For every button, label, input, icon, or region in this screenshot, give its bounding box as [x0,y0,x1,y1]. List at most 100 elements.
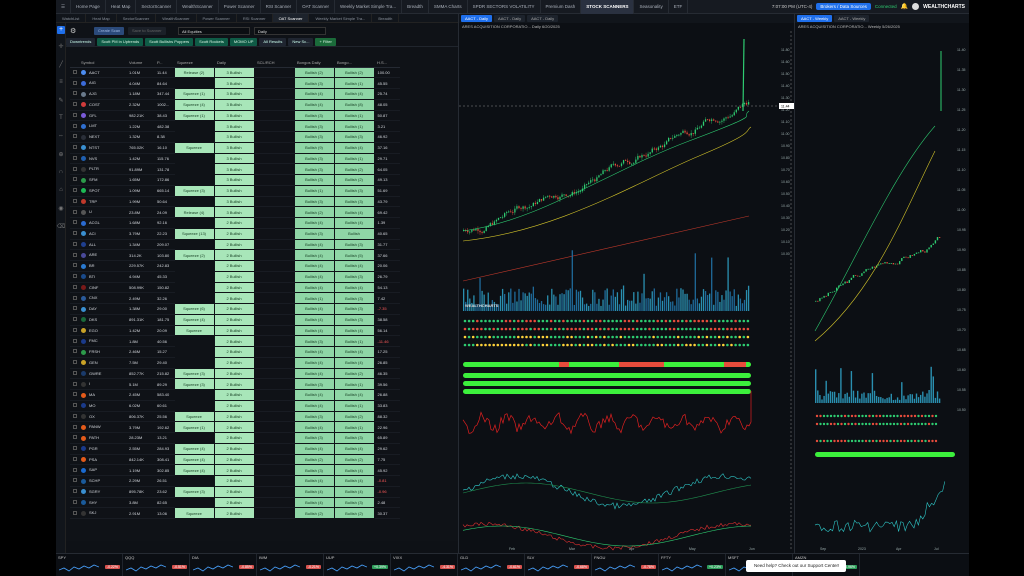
row-checkbox[interactable] [70,120,78,132]
symbol-cell[interactable]: ACGL [78,217,126,229]
row-checkbox[interactable] [70,260,78,272]
scan-chip[interactable]: Scott PM in Uptrends [97,38,144,46]
trendline-icon[interactable]: ╱ [56,55,66,73]
col-header[interactable]: Symbol [78,58,126,68]
row-checkbox[interactable] [70,368,78,380]
text-icon[interactable]: T [56,109,66,127]
nav-item[interactable]: ETF [669,0,689,14]
symbol-cell[interactable]: AIG [78,77,126,89]
col-header[interactable]: SCL/RCH [254,58,294,68]
symbol-cell[interactable]: MA [78,389,126,401]
window-tab[interactable]: Weekly Market Simple Tra... [309,14,373,22]
table-row[interactable]: MO 6.02M 60.61 2 Bullish Bullish (4) Bullish … [70,399,400,412]
row-checkbox[interactable] [70,99,78,111]
table-row[interactable]: PATH 28.23M 13.21 2 Bullish Bullish (3) Bulli… [70,432,400,444]
symbol-cell[interactable]: GEN [78,357,126,369]
symbol-cell[interactable]: PLTR [78,163,126,175]
table-row[interactable]: ACI 3.79M 22.23 Squeeze (13) 2 Bullish Bullis… [70,227,400,240]
row-checkbox[interactable] [70,196,78,208]
table-row[interactable]: FMC 1.8M 40.56 2 Bullish Bullish (3) Bullish … [70,335,400,347]
col-header[interactable]: Bongo... [334,58,374,68]
table-row[interactable]: SCHP 2.29M 26.51 2 Bullish Bullish (4) Bullis… [70,475,400,487]
nav-item[interactable]: Power Scanner [219,0,261,14]
symbol-cell[interactable]: NTST [78,142,126,154]
symbol-cell[interactable]: ARE [78,249,126,261]
row-checkbox[interactable] [70,77,78,89]
row-checkbox[interactable] [70,454,78,466]
symbol-cell[interactable]: PANW [78,421,126,433]
row-checkbox[interactable] [70,486,78,498]
symbol-cell[interactable]: SFM [78,174,126,186]
table-row[interactable]: GWRE 852.77K 215.82 Squeeze (3) 2 Bullish Bul… [70,367,400,380]
universe-select[interactable]: All Equities [178,27,250,35]
trash-icon[interactable]: ⌫ [56,217,66,235]
row-checkbox[interactable] [70,163,78,175]
row-checkbox[interactable] [70,67,78,79]
ticker-item[interactable]: IWM -0.21% [257,554,324,576]
magnet-icon[interactable]: ∩ [56,163,66,181]
table-row[interactable]: SKJ 2.91M 13.06 Squeeze 2 Bullish Bullish (2)… [70,507,400,519]
table-row[interactable]: PLTR 91.89M 131.78 3 Bullish Bullish (3) Bull… [70,163,400,175]
symbol-cell[interactable]: EGO [78,325,126,337]
table-row[interactable]: NTST 765.02K 16.10 Squeeze 3 Bullish Bullish … [70,141,400,154]
row-checkbox[interactable] [70,314,78,326]
row-checkbox[interactable] [70,206,78,218]
symbol-cell[interactable]: FMC [78,335,126,347]
symbol-cell[interactable]: DAY [78,303,126,315]
timeframe-select[interactable]: Daily [254,27,326,35]
ticker-item[interactable]: UUP +0.39% [324,554,391,576]
row-checkbox[interactable] [70,292,78,304]
row-checkbox[interactable] [70,303,78,315]
select-all[interactable] [70,58,78,68]
gear-icon[interactable]: ⚙ [70,27,76,35]
scan-chip[interactable]: MOMO UP [229,38,258,46]
col-header[interactable]: H.S... [374,58,400,68]
table-row[interactable]: NVS 1.42M 115.76 3 Bullish Bullish (3) Bullis… [70,152,400,165]
symbol-cell[interactable]: SAP [78,464,126,476]
table-row[interactable]: AJG 1.18M 347.44 Squeeze (1) 3 Bullish Bullis… [70,88,400,100]
row-checkbox[interactable] [70,335,78,347]
symbol-cell[interactable]: GFL [78,110,126,122]
row-checkbox[interactable] [70,174,78,186]
symbol-cell[interactable]: CINF [78,282,126,294]
symbol-cell[interactable]: I [78,378,126,390]
symbol-cell[interactable]: CNX [78,292,126,304]
col-header[interactable]: Volume [126,58,154,68]
col-header[interactable]: Bongos Daily [294,58,334,68]
table-row[interactable]: PANW 3.79M 192.62 Squeeze (1) 2 Bullish Bulli… [70,421,400,433]
nav-item[interactable]: Heat Map [106,0,137,14]
table-row[interactable]: MA 2.45M 583.40 2 Bullish Bullish (4) Bullish… [70,389,400,401]
ticker-item[interactable]: DIA -0.85% [190,554,257,576]
scan-chip[interactable]: All Results [259,38,287,46]
row-checkbox[interactable] [70,497,78,509]
symbol-cell[interactable]: FRSH [78,346,126,358]
scan-chip[interactable]: Scott Rockets [195,38,228,46]
symbol-cell[interactable]: BR [78,260,126,272]
symbol-cell[interactable]: PGR [78,443,126,455]
row-checkbox[interactable] [70,185,78,197]
row-checkbox[interactable] [70,421,78,433]
symbol-cell[interactable]: DKS [78,314,126,326]
table-row[interactable]: SFM 1.65M 172.86 3 Bullish Bullish (3) Bullis… [70,174,400,186]
row-checkbox[interactable] [70,464,78,476]
lock-icon[interactable]: ⌂ [56,181,66,199]
symbol-cell[interactable]: NVS [78,153,126,165]
window-tab[interactable]: WatchList [56,14,87,22]
row-checkbox[interactable] [70,475,78,487]
create-scan-button[interactable]: Create Scan [94,27,125,35]
table-row[interactable]: TRP 1.99M 50.64 3 Bullish Bullish (3) Bullish… [70,195,400,208]
row-checkbox[interactable] [70,88,78,100]
window-tab[interactable]: Heat Map [86,14,117,22]
pen-icon[interactable]: ✎ [56,91,66,109]
ticker-item[interactable]: SLV -0.68% [525,554,592,576]
table-row[interactable]: ARE 314.2K 103.80 Squeeze (2) 2 Bullish Bulli… [70,249,400,261]
symbol-cell[interactable]: SHY [78,497,126,509]
add-icon[interactable]: + [57,26,65,34]
row-checkbox[interactable] [70,325,78,337]
chart-tab[interactable]: AACT - Daily [494,15,526,22]
symbol-cell[interactable]: SKJ [78,507,126,519]
crosshair-icon[interactable]: ✛ [56,37,66,55]
symbol-cell[interactable]: OX [78,411,126,423]
scan-chip[interactable]: New Sc... [288,38,314,46]
nav-item[interactable]: RSI Scanner [261,0,298,14]
